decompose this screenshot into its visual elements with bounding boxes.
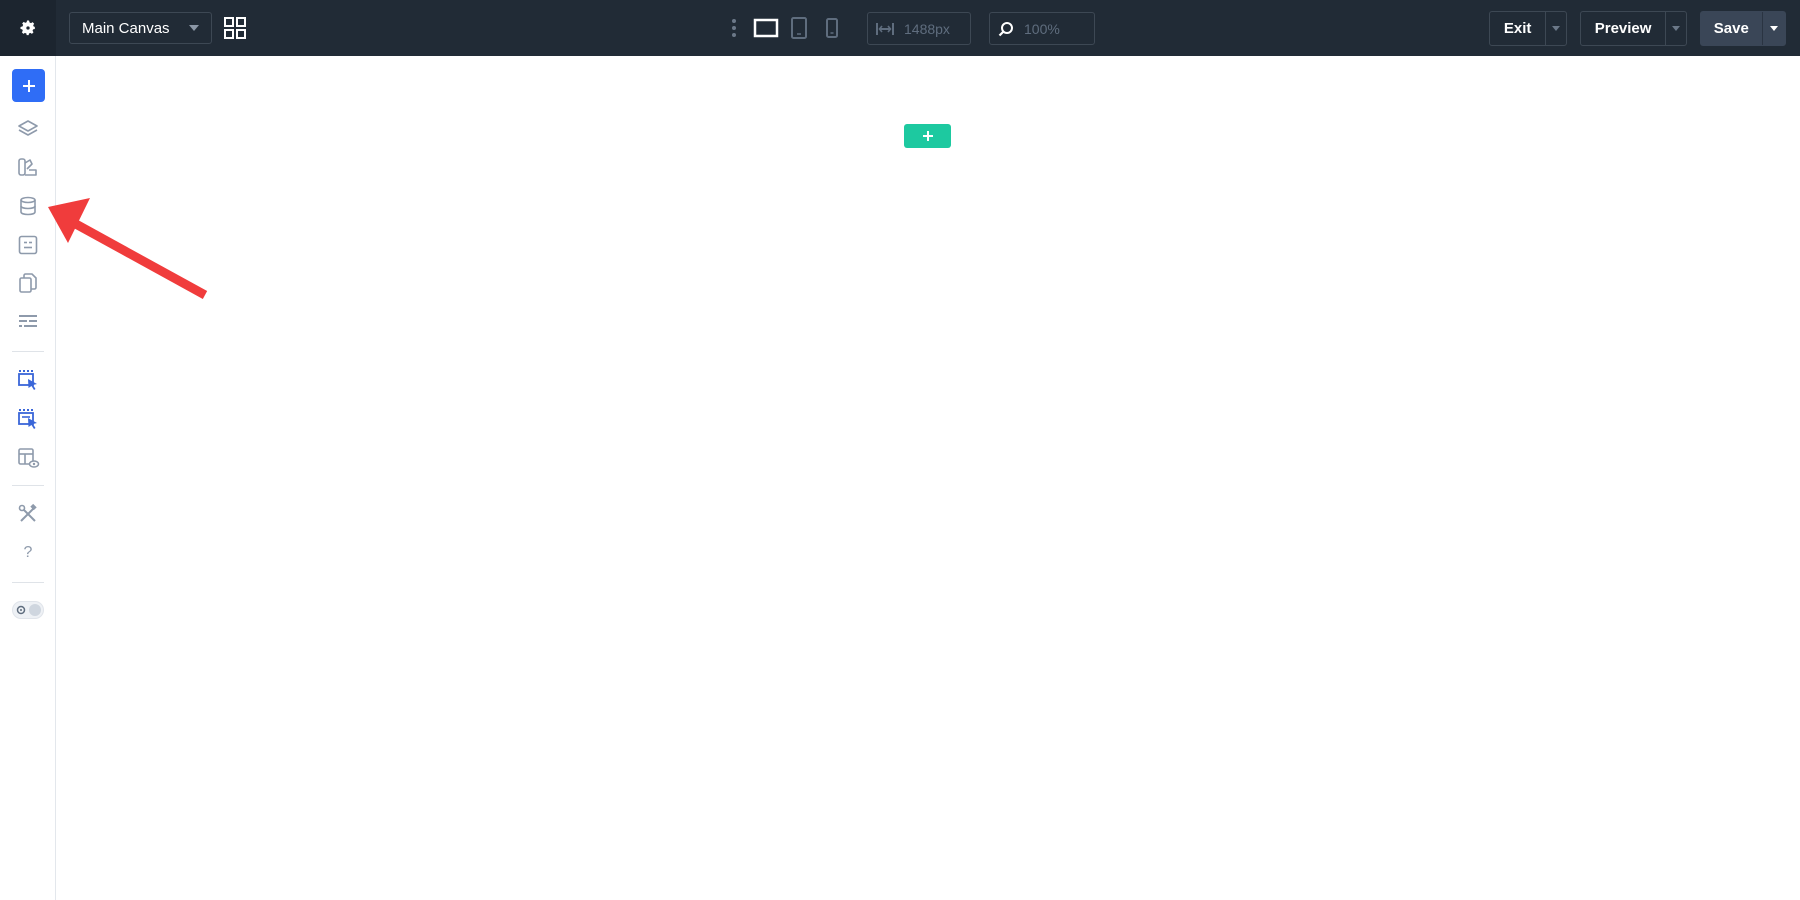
add-section-button[interactable] xyxy=(904,124,951,148)
desktop-icon[interactable] xyxy=(753,16,779,40)
canvas-select-value: Main Canvas xyxy=(82,19,170,37)
plus-icon xyxy=(922,131,933,141)
design-icon[interactable] xyxy=(16,155,40,179)
content-icon[interactable] xyxy=(16,233,40,257)
save-dropdown[interactable] xyxy=(1761,12,1785,45)
preview-dropdown[interactable] xyxy=(1665,12,1686,45)
canvas-select[interactable]: Main Canvas xyxy=(69,12,212,44)
exit-dropdown[interactable] xyxy=(1545,12,1566,45)
pages-icon[interactable] xyxy=(16,271,40,295)
width-icon xyxy=(876,22,894,35)
chevron-down-icon xyxy=(1552,26,1561,31)
save-button[interactable]: Save xyxy=(1700,11,1786,46)
add-element-button[interactable] xyxy=(12,69,45,102)
help-label: ? xyxy=(23,544,33,561)
left-sidebar: ? xyxy=(0,56,56,900)
select-multi-icon[interactable] xyxy=(16,407,40,431)
zoom-value: 100% xyxy=(1024,20,1060,37)
select-pointer-icon[interactable] xyxy=(16,368,40,392)
tools-icon[interactable] xyxy=(16,502,40,526)
responsive-width-value: 1488px xyxy=(904,20,950,37)
chevron-down-icon xyxy=(1769,26,1778,31)
template-preview-icon[interactable] xyxy=(16,446,40,470)
help-icon[interactable]: ? xyxy=(16,541,40,565)
theme-toggle[interactable] xyxy=(12,601,44,619)
sidebar-divider xyxy=(12,351,44,352)
zoom-field[interactable]: 100% xyxy=(989,12,1095,45)
mobile-icon[interactable] xyxy=(823,16,841,40)
database-icon[interactable] xyxy=(16,194,40,218)
settings-button[interactable] xyxy=(0,0,56,56)
save-label: Save xyxy=(1713,20,1749,37)
plus-icon xyxy=(22,79,35,92)
toggle-knob xyxy=(29,604,41,616)
kebab-icon[interactable] xyxy=(731,18,737,38)
annotation-arrow xyxy=(48,198,208,299)
responsive-width-field[interactable]: 1488px xyxy=(867,12,971,45)
main-canvas[interactable] xyxy=(57,56,1800,900)
gear-icon xyxy=(20,20,36,36)
chevron-down-icon xyxy=(189,25,199,31)
zoom-icon xyxy=(998,21,1013,36)
layout-icon[interactable] xyxy=(16,310,40,334)
preview-label: Preview xyxy=(1594,20,1652,37)
preview-button[interactable]: Preview xyxy=(1580,11,1687,46)
exit-button[interactable]: Exit xyxy=(1489,11,1567,46)
exit-label: Exit xyxy=(1503,20,1532,37)
chevron-down-icon xyxy=(1672,26,1681,31)
top-toolbar: Main Canvas 1488px 100% Exit Preview Sav… xyxy=(0,0,1800,56)
layers-icon[interactable] xyxy=(16,117,40,141)
sidebar-divider xyxy=(12,582,44,583)
sidebar-divider xyxy=(12,485,44,486)
gear-icon xyxy=(16,605,26,615)
grid-icon[interactable] xyxy=(223,16,247,40)
tablet-icon[interactable] xyxy=(789,16,809,40)
